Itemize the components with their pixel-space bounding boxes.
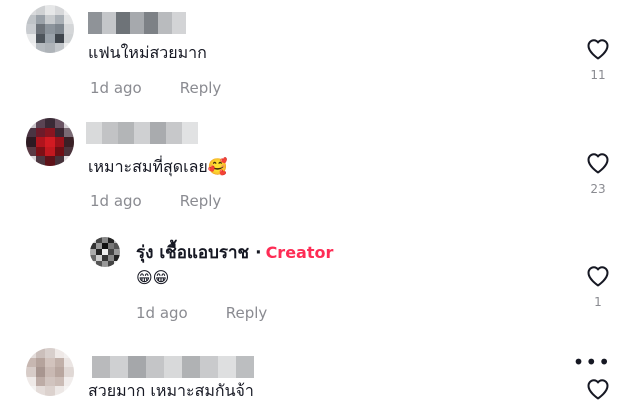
- avatar[interactable]: [26, 118, 74, 166]
- like-count: 1: [594, 295, 602, 309]
- comment-item-3: สวยมาก เหมาะสมกันจ้า •••: [0, 340, 639, 410]
- heart-outline-icon[interactable]: [586, 38, 610, 60]
- separator-dot: ·: [255, 243, 262, 263]
- like-count: 11: [590, 68, 606, 82]
- username-blurred[interactable]: [92, 356, 254, 378]
- avatar[interactable]: [26, 5, 74, 53]
- comment-time: 1d ago: [136, 304, 188, 322]
- comment-time: 1d ago: [90, 192, 142, 210]
- username-blurred[interactable]: [86, 122, 198, 144]
- like-group: 23: [578, 152, 618, 196]
- like-group: 1: [578, 265, 618, 309]
- comment-item-2: เหมาะสมที่สุดเลย🥰 1d ago Reply 23: [0, 110, 639, 225]
- avatar[interactable]: [26, 348, 74, 396]
- creator-username[interactable]: รุ่ง เชื้อแอบราช: [136, 243, 249, 263]
- comment-time: 1d ago: [90, 79, 142, 97]
- comment-text: สวยมาก เหมาะสมกันจ้า: [88, 381, 254, 400]
- reply-button[interactable]: Reply: [180, 79, 222, 97]
- creator-username-row: รุ่ง เชื้อแอบราช · Creator: [136, 239, 333, 266]
- like-count: 23: [590, 182, 606, 196]
- username-blurred[interactable]: [88, 12, 186, 34]
- comment-meta: 1d ago Reply: [90, 192, 221, 210]
- comment-reply-creator: รุ่ง เชื้อแอบราช · Creator 😁😁 1d ago Reply …: [0, 225, 639, 340]
- heart-outline-icon[interactable]: [586, 378, 610, 400]
- reply-button[interactable]: Reply: [180, 192, 222, 210]
- like-group: [578, 378, 618, 400]
- like-group: 11: [578, 38, 618, 82]
- comment-text: แฟนใหม่สวยมาก: [88, 43, 207, 62]
- creator-avatar[interactable]: [90, 237, 120, 267]
- heart-outline-icon[interactable]: [586, 265, 610, 287]
- comment-text: เหมาะสมที่สุดเลย🥰: [88, 157, 228, 176]
- reply-button[interactable]: Reply: [226, 304, 268, 322]
- comment-meta: 1d ago Reply: [90, 79, 221, 97]
- comment-text: 😁😁: [136, 268, 170, 287]
- comment-meta: 1d ago Reply: [136, 304, 267, 322]
- heart-outline-icon[interactable]: [586, 152, 610, 174]
- more-horizontal-icon[interactable]: •••: [573, 350, 611, 374]
- comment-item-1: แฟนใหม่สวยมาก 1d ago Reply 11: [0, 0, 639, 110]
- creator-badge: Creator: [265, 243, 334, 262]
